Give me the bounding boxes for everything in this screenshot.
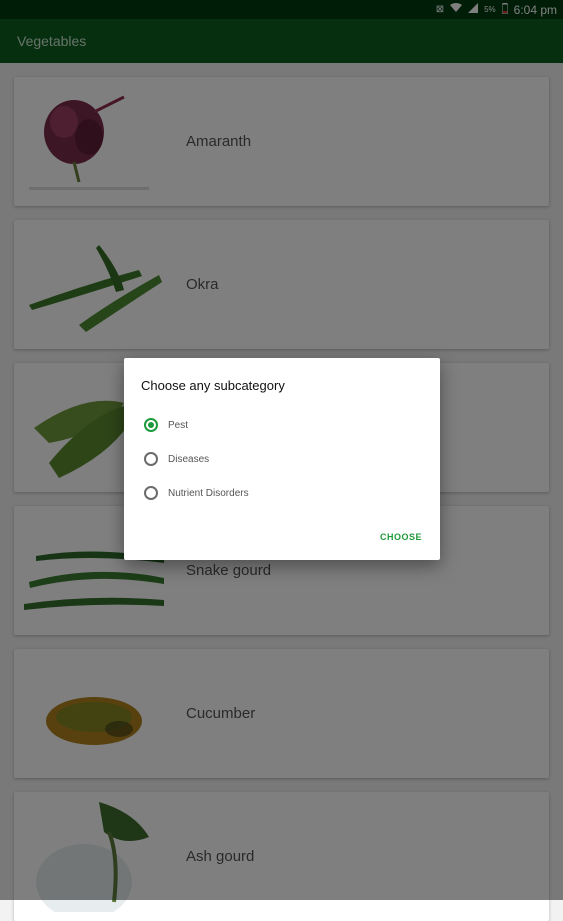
dialog-title: Choose any subcategory xyxy=(141,378,285,393)
option-pest[interactable]: Pest xyxy=(144,418,188,432)
option-nutrient-disorders[interactable]: Nutrient Disorders xyxy=(144,486,249,500)
option-label: Nutrient Disorders xyxy=(168,487,249,499)
option-diseases[interactable]: Diseases xyxy=(144,452,209,466)
subcategory-dialog: Choose any subcategory Pest Diseases Nut… xyxy=(124,358,440,560)
radio-unselected-icon[interactable] xyxy=(144,452,158,466)
option-label: Pest xyxy=(168,419,189,431)
radio-selected-icon[interactable] xyxy=(144,418,158,432)
option-label: Diseases xyxy=(168,453,210,465)
radio-unselected-icon[interactable] xyxy=(144,486,158,500)
choose-button[interactable]: CHOOSE xyxy=(380,532,422,542)
